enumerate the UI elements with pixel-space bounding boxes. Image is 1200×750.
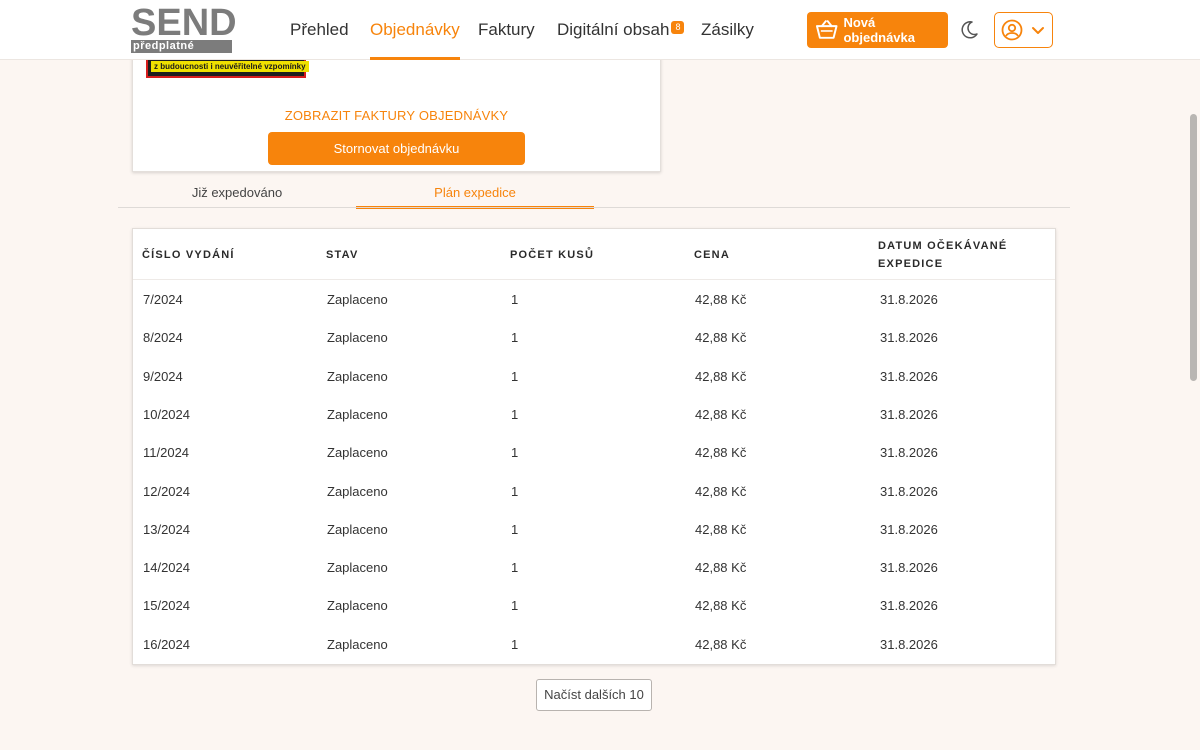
moon-icon[interactable] bbox=[958, 19, 980, 41]
cell-expected-date: 31.8.2026 bbox=[880, 406, 938, 422]
nav-item-prehled[interactable]: Přehled bbox=[290, 0, 349, 60]
cell-price: 42,88 Kč bbox=[695, 330, 747, 346]
cell-quantity: 1 bbox=[511, 292, 519, 307]
cell-issue-number: 12/2024 bbox=[143, 483, 190, 499]
table-row: 9/2024 Zaplaceno 1 42,88 Kč 31.8.2026 bbox=[133, 358, 1055, 396]
cell-issue-number: 8/2024 bbox=[143, 330, 183, 346]
chevron-down-icon bbox=[1032, 27, 1044, 34]
cell-expected-date: 31.8.2026 bbox=[880, 521, 938, 537]
table-row: 10/2024 Zaplaceno 1 42,88 Kč 31.8.2026 bbox=[133, 396, 1055, 434]
logo-subtitle: předplatné bbox=[131, 40, 232, 53]
notification-badge: 8 bbox=[671, 21, 685, 34]
tab-shipping-plan[interactable]: Plán expedice bbox=[356, 185, 594, 209]
cell-quantity: 1 bbox=[511, 521, 519, 537]
cell-issue-number: 14/2024 bbox=[143, 560, 190, 576]
cell-price: 42,88 Kč bbox=[695, 292, 747, 307]
shipping-plan-table: ČÍSLO VYDÁNÍ STAV POČET KUSŮ CENA DATUM … bbox=[132, 228, 1056, 665]
cell-issue-number: 13/2024 bbox=[143, 521, 190, 537]
cell-quantity: 1 bbox=[511, 368, 519, 384]
column-header-expected-shipping-date: DATUM OČEKÁVANÉ EXPEDICE bbox=[878, 239, 1008, 270]
cell-quantity: 1 bbox=[511, 636, 519, 652]
tab-already-shipped[interactable]: Již expedováno bbox=[118, 185, 356, 207]
cell-quantity: 1 bbox=[511, 406, 519, 422]
cell-expected-date: 31.8.2026 bbox=[880, 636, 938, 652]
cell-price: 42,88 Kč bbox=[695, 406, 747, 422]
cell-issue-number: 10/2024 bbox=[143, 406, 190, 422]
table-row: 7/2024 Zaplaceno 1 42,88 Kč 31.8.2026 bbox=[133, 281, 1055, 319]
cell-quantity: 1 bbox=[511, 483, 519, 499]
cell-quantity: 1 bbox=[511, 560, 519, 576]
new-order-button[interactable]: Nová objednávka bbox=[807, 12, 948, 48]
table-row: 12/2024 Zaplaceno 1 42,88 Kč 31.8.2026 bbox=[133, 473, 1055, 511]
show-invoices-link[interactable]: ZOBRAZIT FAKTURY OBJEDNÁVKY bbox=[133, 108, 660, 123]
table-row: 15/2024 Zaplaceno 1 42,88 Kč 31.8.2026 bbox=[133, 587, 1055, 625]
cell-expected-date: 31.8.2026 bbox=[880, 483, 938, 499]
table-row: 13/2024 Zaplaceno 1 42,88 Kč 31.8.2026 bbox=[133, 511, 1055, 549]
table-header: ČÍSLO VYDÁNÍ STAV POČET KUSŮ CENA DATUM … bbox=[133, 229, 1055, 280]
cell-price: 42,88 Kč bbox=[695, 636, 747, 652]
cell-status: Zaplaceno bbox=[327, 560, 388, 576]
cell-status: Zaplaceno bbox=[327, 598, 388, 614]
cell-issue-number: 9/2024 bbox=[143, 368, 183, 384]
cell-status: Zaplaceno bbox=[327, 483, 388, 499]
scrollbar-thumb[interactable] bbox=[1190, 114, 1197, 381]
nav-item-digitalni-obsah[interactable]: Digitální obsah 8 bbox=[557, 0, 685, 60]
user-menu-button[interactable] bbox=[994, 12, 1053, 48]
cell-issue-number: 16/2024 bbox=[143, 636, 190, 652]
cell-issue-number: 11/2024 bbox=[143, 445, 190, 461]
cell-status: Zaplaceno bbox=[327, 406, 388, 422]
cell-price: 42,88 Kč bbox=[695, 560, 747, 576]
cell-status: Zaplaceno bbox=[327, 636, 388, 652]
table-row: 8/2024 Zaplaceno 1 42,88 Kč 31.8.2026 bbox=[133, 319, 1055, 357]
table-row: 14/2024 Zaplaceno 1 42,88 Kč 31.8.2026 bbox=[133, 549, 1055, 587]
top-header: SEND předplatné Přehled Objednávky Faktu… bbox=[0, 0, 1200, 60]
cell-quantity: 1 bbox=[511, 598, 519, 614]
nav-item-objednavky[interactable]: Objednávky bbox=[370, 0, 460, 60]
tabs-divider bbox=[118, 207, 1070, 208]
table-row: 16/2024 Zaplaceno 1 42,88 Kč 31.8.2026 bbox=[133, 626, 1055, 664]
cell-expected-date: 31.8.2026 bbox=[880, 330, 938, 346]
cell-price: 42,88 Kč bbox=[695, 598, 747, 614]
user-circle-icon bbox=[1001, 19, 1023, 41]
cell-issue-number: 15/2024 bbox=[143, 598, 190, 614]
column-header-issue-number: ČÍSLO VYDÁNÍ bbox=[142, 248, 235, 261]
cell-price: 42,88 Kč bbox=[695, 483, 747, 499]
cell-quantity: 1 bbox=[511, 445, 519, 461]
page-scrollbar[interactable] bbox=[1186, 0, 1200, 750]
table-row: 11/2024 Zaplaceno 1 42,88 Kč 31.8.2026 bbox=[133, 434, 1055, 472]
column-header-status: STAV bbox=[326, 248, 359, 261]
send-logo[interactable]: SEND předplatné bbox=[131, 3, 237, 53]
cell-expected-date: 31.8.2026 bbox=[880, 560, 938, 576]
nav-item-digitalni-obsah-label: Digitální obsah bbox=[557, 20, 670, 39]
nav-item-zasilky[interactable]: Zásilky bbox=[701, 0, 754, 60]
cell-expected-date: 31.8.2026 bbox=[880, 445, 938, 461]
cell-expected-date: 31.8.2026 bbox=[880, 598, 938, 614]
cell-price: 42,88 Kč bbox=[695, 445, 747, 461]
cell-price: 42,88 Kč bbox=[695, 521, 747, 537]
column-header-quantity: POČET KUSŮ bbox=[510, 248, 595, 261]
cell-status: Zaplaceno bbox=[327, 292, 388, 307]
cell-status: Zaplaceno bbox=[327, 330, 388, 346]
cell-status: Zaplaceno bbox=[327, 445, 388, 461]
logo-wordmark: SEND bbox=[131, 2, 237, 44]
nav-item-faktury[interactable]: Faktury bbox=[478, 0, 535, 60]
cell-quantity: 1 bbox=[511, 330, 519, 346]
cell-status: Zaplaceno bbox=[327, 521, 388, 537]
cancel-order-button[interactable]: Stornovat objednávku bbox=[268, 132, 525, 165]
cell-expected-date: 31.8.2026 bbox=[880, 292, 938, 307]
column-header-price: CENA bbox=[694, 248, 730, 261]
basket-icon bbox=[815, 20, 838, 39]
cell-expected-date: 31.8.2026 bbox=[880, 368, 938, 384]
cell-price: 42,88 Kč bbox=[695, 368, 747, 384]
cell-status: Zaplaceno bbox=[327, 368, 388, 384]
new-order-label: Nová objednávka bbox=[843, 15, 915, 45]
cell-issue-number: 7/2024 bbox=[143, 292, 183, 307]
magazine-cover-image: z budoucnosti i neuvěřitelné vzpomínky bbox=[146, 60, 309, 78]
load-more-button[interactable]: Načíst dalších 10 bbox=[536, 679, 652, 711]
cover-strip-text: z budoucnosti i neuvěřitelné vzpomínky bbox=[151, 61, 309, 72]
